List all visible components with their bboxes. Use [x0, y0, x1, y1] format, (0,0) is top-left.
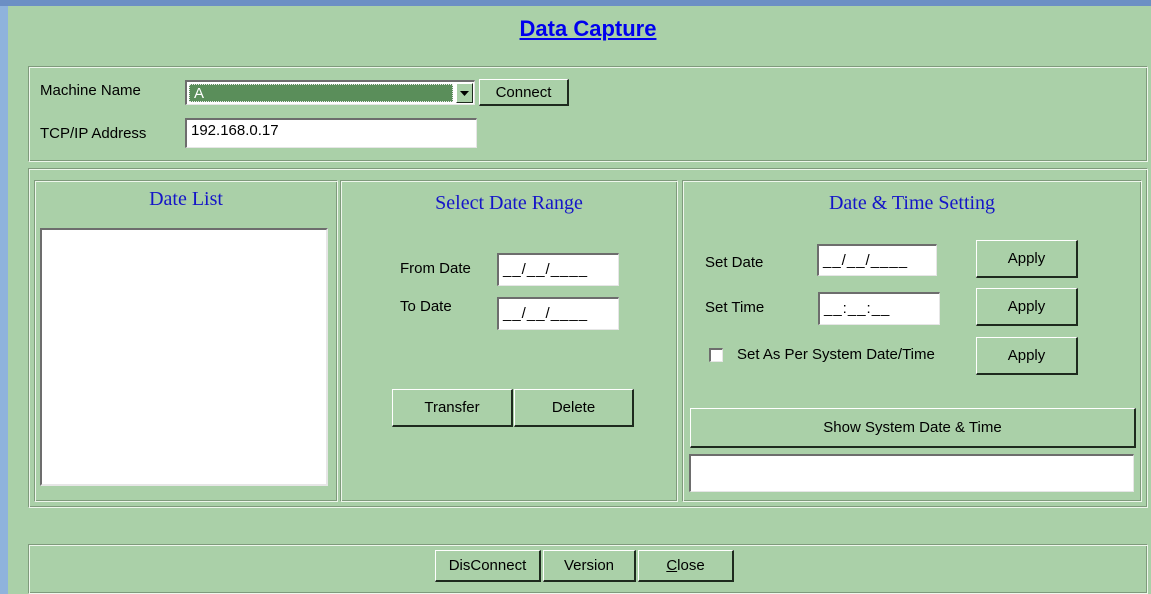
ip-address-input[interactable]: 192.168.0.17 [185, 118, 477, 148]
system-datetime-checkbox[interactable] [709, 348, 723, 362]
system-datetime-checkbox-label: Set As Per System Date/Time [737, 346, 935, 363]
set-date-input[interactable]: __/__/____ [817, 244, 937, 276]
delete-button[interactable]: Delete [514, 389, 634, 427]
apply-time-button[interactable]: Apply [976, 288, 1078, 326]
to-date-label: To Date [400, 298, 452, 315]
close-button[interactable]: Close [638, 550, 734, 582]
machine-name-selected: A [189, 84, 453, 102]
to-date-input[interactable]: __/__/____ [497, 297, 619, 330]
apply-system-button[interactable]: Apply [976, 337, 1078, 375]
dropdown-arrow-button[interactable] [456, 83, 473, 103]
machine-name-dropdown[interactable]: A [185, 80, 475, 105]
apply-date-button[interactable]: Apply [976, 240, 1078, 278]
datetime-heading: Date & Time Setting [828, 192, 996, 214]
version-button[interactable]: Version [543, 550, 636, 582]
system-datetime-output [689, 454, 1134, 492]
set-time-input[interactable]: __:__:__ [818, 292, 940, 325]
disconnect-button[interactable]: DisConnect [435, 550, 541, 582]
ip-address-label: TCP/IP Address [40, 125, 147, 142]
set-date-label: Set Date [705, 254, 764, 271]
chevron-down-icon [460, 90, 469, 96]
date-list-heading: Date List [149, 188, 223, 210]
date-list-box[interactable] [40, 228, 328, 486]
page-title[interactable]: Data Capture [400, 16, 776, 46]
date-range-heading: Select Date Range [435, 192, 583, 214]
machine-name-label: Machine Name [40, 82, 141, 99]
window-top-edge [0, 0, 1151, 6]
show-system-datetime-button[interactable]: Show System Date & Time [690, 408, 1136, 448]
from-date-label: From Date [400, 260, 471, 277]
connect-button[interactable]: Connect [479, 79, 569, 106]
set-time-label: Set Time [705, 299, 765, 316]
date-range-panel [340, 180, 678, 502]
transfer-button[interactable]: Transfer [392, 389, 513, 427]
from-date-input[interactable]: __/__/____ [497, 253, 619, 286]
